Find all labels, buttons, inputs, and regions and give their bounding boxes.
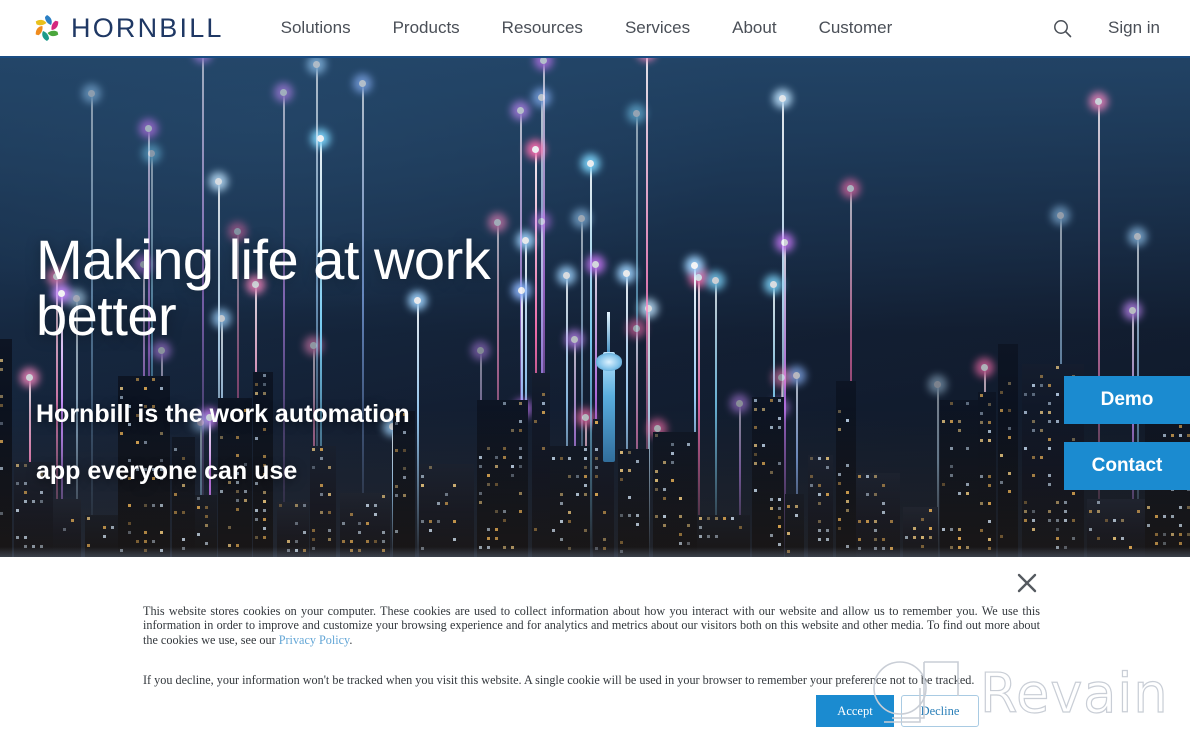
tv-tower-pod bbox=[596, 353, 622, 371]
skyline-building bbox=[836, 381, 856, 557]
nav-item-about[interactable]: About bbox=[732, 18, 776, 38]
skyline-building bbox=[0, 339, 12, 557]
hero-cta-group: Demo Contact bbox=[1064, 376, 1190, 490]
hornbill-pinwheel-logo-icon bbox=[32, 13, 62, 43]
skyline-building bbox=[940, 400, 978, 557]
nav-item-solutions[interactable]: Solutions bbox=[281, 18, 351, 38]
cookie-paragraph-2: If you decline, your information won't b… bbox=[143, 673, 975, 688]
tv-tower-spire bbox=[607, 312, 610, 352]
header-actions: Sign in bbox=[1053, 18, 1160, 38]
cookie-paragraph-1-end: . bbox=[349, 632, 353, 647]
nav-item-services[interactable]: Services bbox=[625, 18, 690, 38]
skyline-building bbox=[618, 449, 649, 557]
skyline-building bbox=[532, 373, 550, 557]
cookie-paragraph-1: This website stores cookies on your comp… bbox=[143, 604, 1040, 647]
accept-button[interactable]: Accept bbox=[816, 695, 894, 727]
demo-button[interactable]: Demo bbox=[1064, 376, 1190, 424]
decline-button[interactable]: Decline bbox=[901, 695, 979, 727]
search-icon[interactable] bbox=[1053, 19, 1072, 38]
skyline-building bbox=[808, 455, 833, 557]
hero-subtitle-line-2: app everyone can use bbox=[36, 457, 298, 485]
nav-item-products[interactable]: Products bbox=[393, 18, 460, 38]
site-header: HORNBILL Solutions Products Resources Se… bbox=[0, 0, 1190, 58]
hero-copy: Making life at work better Hornbill is t… bbox=[36, 232, 506, 486]
cookie-consent-banner: This website stores cookies on your comp… bbox=[0, 557, 1190, 753]
skyline-building bbox=[998, 344, 1018, 557]
cookie-paragraph-1-text: This website stores cookies on your comp… bbox=[143, 604, 1040, 647]
contact-button[interactable]: Contact bbox=[1064, 442, 1190, 490]
sign-in-link[interactable]: Sign in bbox=[1108, 18, 1160, 38]
main-nav: Solutions Products Resources Services Ab… bbox=[281, 18, 893, 38]
skyline-building bbox=[550, 446, 590, 557]
skyline-building bbox=[856, 473, 900, 557]
brand-name: HORNBILL bbox=[71, 12, 224, 43]
cookie-actions: Accept Decline bbox=[816, 695, 979, 727]
skyline-building bbox=[653, 432, 697, 557]
cookie-text-block: This website stores cookies on your comp… bbox=[143, 604, 1040, 688]
hero-bottom-fade bbox=[0, 547, 1190, 557]
hero-section: Making life at work better Hornbill is t… bbox=[0, 58, 1190, 557]
brand-logo[interactable]: HORNBILL bbox=[32, 13, 224, 44]
close-icon[interactable] bbox=[1016, 572, 1038, 594]
page-root: HORNBILL Solutions Products Resources Se… bbox=[0, 0, 1190, 753]
privacy-policy-link[interactable]: Privacy Policy bbox=[279, 633, 350, 647]
skyline-building bbox=[978, 392, 996, 557]
hero-title: Making life at work better bbox=[36, 228, 491, 347]
hero-subtitle-line-1: Hornbill is the work automation bbox=[36, 400, 410, 428]
skyline-building bbox=[752, 397, 784, 557]
nav-item-customer[interactable]: Customer bbox=[819, 18, 893, 38]
nav-item-resources[interactable]: Resources bbox=[502, 18, 583, 38]
